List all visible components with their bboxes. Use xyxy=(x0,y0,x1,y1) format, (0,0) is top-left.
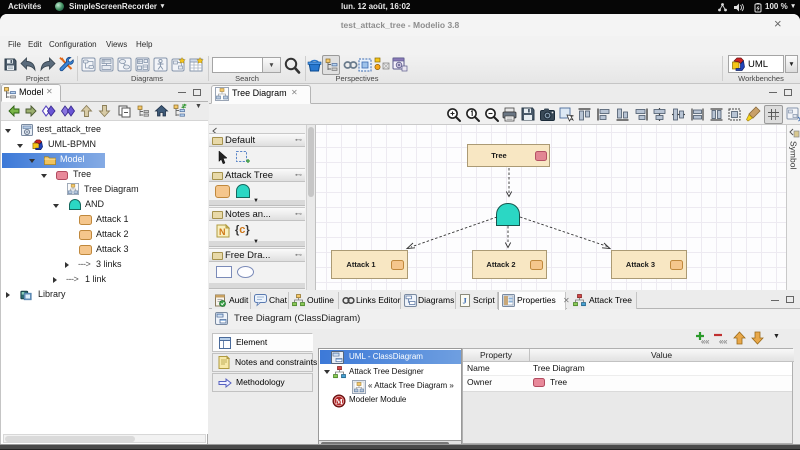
svg-text:N: N xyxy=(219,227,226,237)
svg-text:«: « xyxy=(705,337,710,346)
svg-text:M: M xyxy=(336,396,343,405)
svg-text:«: « xyxy=(723,337,728,346)
